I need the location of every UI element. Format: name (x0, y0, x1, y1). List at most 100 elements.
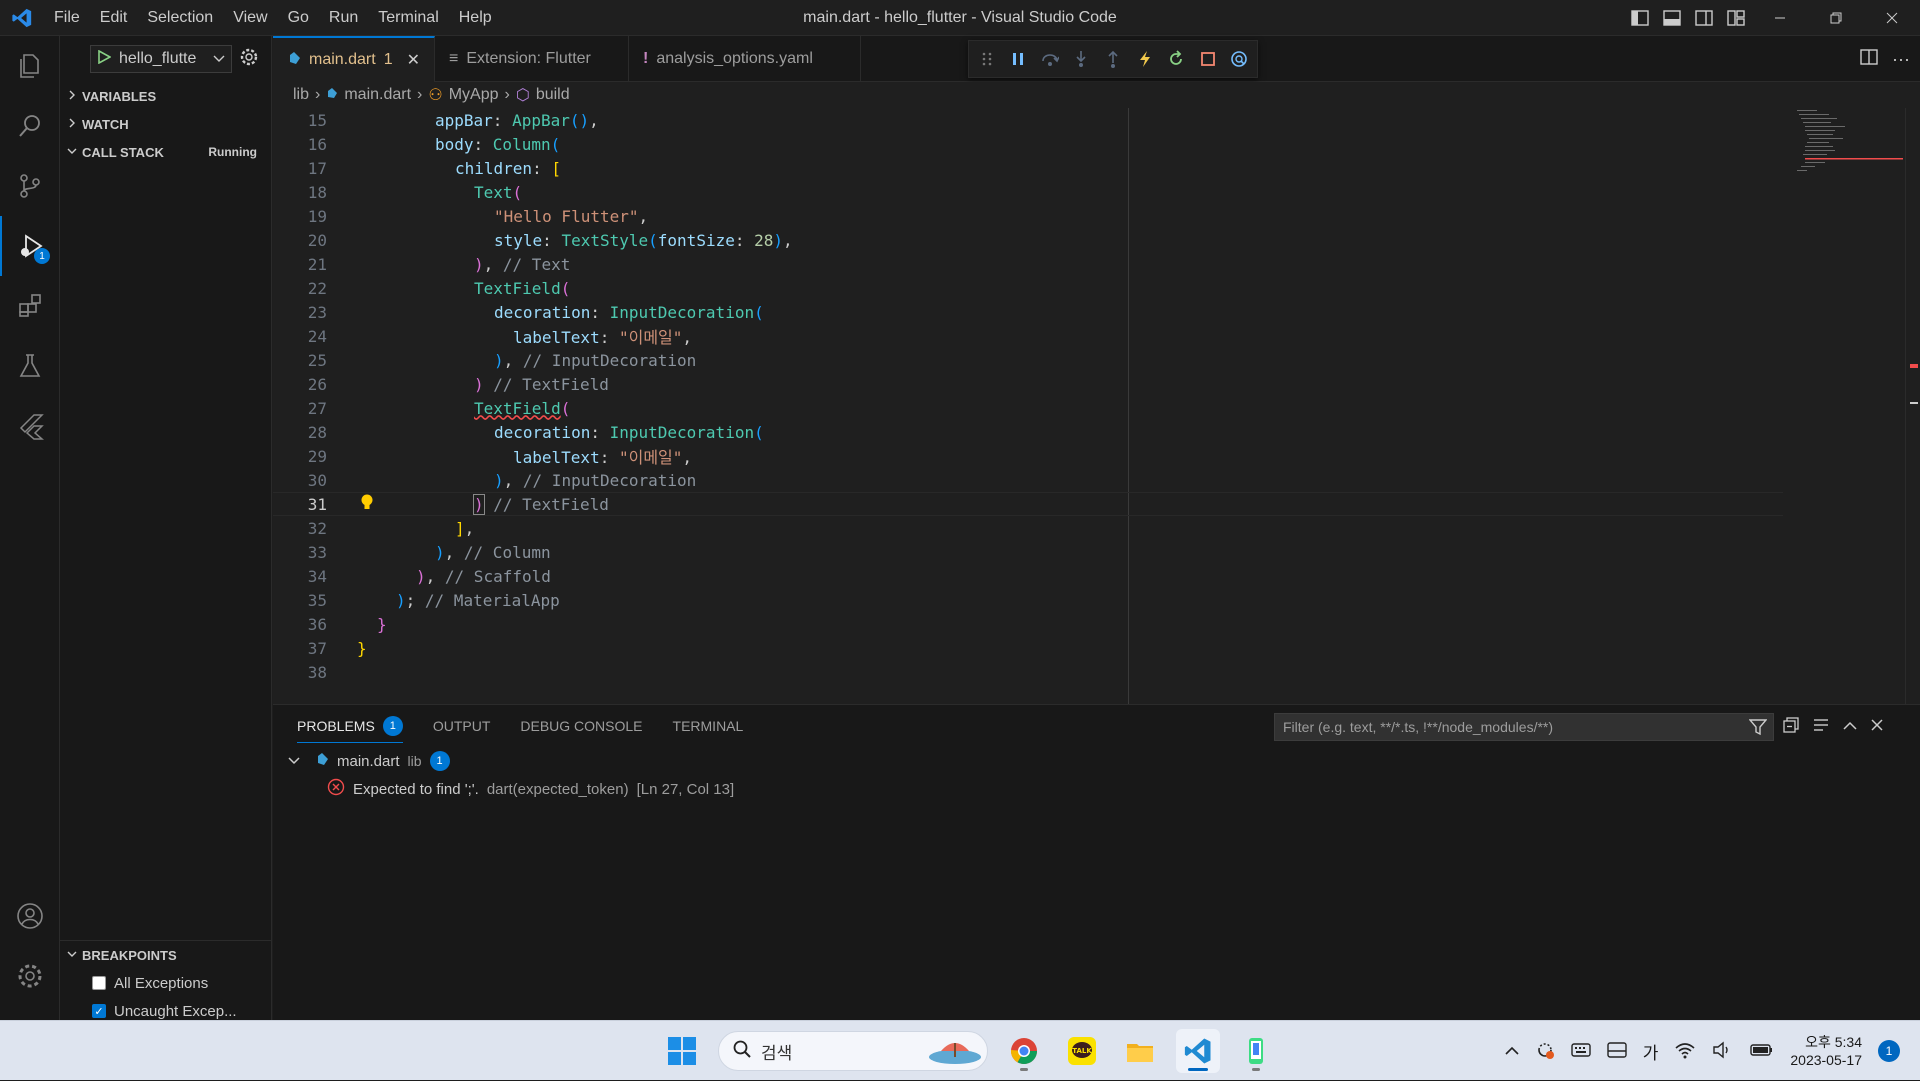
vscode-taskbar-icon[interactable] (1176, 1029, 1220, 1073)
battery-icon[interactable] (1750, 1043, 1774, 1060)
breadcrumb-class[interactable]: MyApp (449, 86, 499, 104)
variables-section[interactable]: VARIABLES (60, 82, 271, 110)
minimize-icon[interactable] (1752, 0, 1808, 36)
explorer-icon[interactable] (0, 36, 60, 96)
problems-filter-input[interactable]: Filter (e.g. text, **/*.ts, !**/node_mod… (1274, 713, 1774, 741)
breakpoint-all-exceptions[interactable]: All Exceptions (60, 969, 272, 997)
menu-terminal[interactable]: Terminal (368, 0, 448, 36)
code-line: 22 TextField( (273, 276, 1783, 300)
menu-view[interactable]: View (223, 0, 277, 36)
hot-reload-icon[interactable] (1133, 47, 1157, 71)
checkbox[interactable] (92, 976, 106, 990)
pause-icon[interactable] (1007, 47, 1031, 71)
drag-handle-icon[interactable] (975, 47, 999, 71)
source-control-icon[interactable] (0, 156, 60, 216)
minimap[interactable] (1793, 108, 1903, 704)
menu-selection[interactable]: Selection (137, 0, 223, 36)
lightbulb-icon[interactable] (360, 493, 374, 515)
chevron-up-icon[interactable] (1505, 1043, 1519, 1059)
yaml-file-icon: ! (643, 50, 649, 67)
customize-layout-icon[interactable] (1720, 0, 1752, 36)
keyboard-icon[interactable] (1571, 1042, 1591, 1060)
android-emulator-icon[interactable] (1234, 1029, 1278, 1073)
tab-label: PROBLEMS (297, 717, 375, 734)
line-number: 19 (307, 206, 327, 226)
taskbar-search[interactable]: 검색 (718, 1031, 988, 1071)
problem-file-row[interactable]: main.dart lib 1 (287, 747, 450, 775)
accounts-icon[interactable] (0, 886, 60, 946)
code-editor[interactable]: 15 appBar: AppBar(), 16 body: Column( 17 ch… (273, 108, 1920, 704)
problem-item[interactable]: Expected to find ';'. dart(expected_toke… (327, 775, 734, 803)
toggle-primary-sidebar-icon[interactable] (1624, 0, 1656, 36)
close-window-icon[interactable] (1864, 0, 1920, 36)
run-and-debug-icon[interactable]: 1 (0, 216, 60, 276)
step-into-icon[interactable] (1070, 47, 1094, 71)
split-editor-icon[interactable] (1860, 48, 1878, 70)
close-tab-icon[interactable]: ✕ (407, 50, 420, 70)
maximize-panel-icon[interactable] (1843, 718, 1857, 736)
code-text: ], (455, 518, 475, 538)
toggle-panel-icon[interactable] (1656, 0, 1688, 36)
touch-keyboard-icon[interactable] (1607, 1041, 1627, 1061)
windows-start-icon[interactable] (660, 1029, 704, 1073)
code-text: children: [ (455, 158, 561, 178)
breadcrumb-method[interactable]: build (536, 86, 570, 104)
menu-run[interactable]: Run (319, 0, 368, 36)
tab-analysis-options[interactable]: ! analysis_options.yaml (629, 36, 862, 82)
view-as-tree-icon[interactable] (1813, 718, 1829, 737)
stop-icon[interactable] (1196, 47, 1220, 71)
testing-icon[interactable] (0, 336, 60, 396)
search-icon[interactable] (0, 96, 60, 156)
launch-config-select[interactable]: hello_flutte (90, 45, 232, 73)
more-actions-icon[interactable]: ··· (1892, 49, 1910, 70)
close-panel-icon[interactable] (1871, 718, 1883, 736)
menu-help[interactable]: Help (449, 0, 502, 36)
watch-section[interactable]: WATCH (60, 110, 271, 138)
menu-edit[interactable]: Edit (90, 0, 138, 36)
wifi-icon[interactable] (1674, 1041, 1696, 1062)
launch-settings-gear-icon[interactable] (240, 48, 258, 71)
hot-restart-icon[interactable] (1164, 47, 1188, 71)
extensions-icon[interactable] (0, 276, 60, 336)
menu-go[interactable]: Go (278, 0, 319, 36)
checkbox-checked[interactable]: ✓ (92, 1004, 106, 1018)
line-number: 38 (307, 662, 327, 682)
ime-indicator[interactable]: 가 (1643, 1039, 1659, 1064)
line-number: 35 (307, 590, 327, 610)
restore-icon[interactable] (1808, 0, 1864, 36)
tab-extension-flutter[interactable]: ≡ Extension: Flutter (435, 36, 630, 82)
file-explorer-icon[interactable] (1118, 1029, 1162, 1073)
collapse-all-icon[interactable] (1783, 716, 1799, 738)
code-line: 15 appBar: AppBar(), (273, 108, 1783, 132)
breakpoints-section[interactable]: BREAKPOINTS (60, 941, 272, 969)
chrome-icon[interactable] (1002, 1029, 1046, 1073)
vertical-scrollbar[interactable] (1905, 108, 1919, 704)
tab-problems[interactable]: PROBLEMS 1 (297, 710, 403, 743)
flutter-icon[interactable] (0, 396, 60, 456)
code-line: 33), // Column (273, 540, 1783, 564)
step-out-icon[interactable] (1101, 47, 1125, 71)
menu-file[interactable]: File (44, 0, 90, 36)
breadcrumb-file[interactable]: main.dart (344, 86, 411, 104)
sync-icon[interactable] (1535, 1040, 1555, 1063)
dart-file-icon (326, 86, 338, 104)
start-debugging-icon[interactable] (97, 49, 112, 69)
tab-main-dart[interactable]: main.dart 1 ✕ (273, 36, 436, 82)
breadcrumb-lib[interactable]: lib (293, 86, 309, 104)
clock[interactable]: 오후 5:34 2023-05-17 (1790, 1033, 1862, 1069)
manage-gear-icon[interactable] (0, 946, 60, 1006)
kakaotalk-icon[interactable]: TALK (1060, 1029, 1104, 1073)
tab-debug-console[interactable]: DEBUG CONSOLE (520, 718, 642, 734)
call-stack-section[interactable]: CALL STACK Running (60, 138, 271, 166)
notification-badge[interactable]: 1 (1878, 1040, 1900, 1062)
toggle-secondary-sidebar-icon[interactable] (1688, 0, 1720, 36)
filter-icon[interactable] (1748, 718, 1768, 739)
volume-icon[interactable] (1712, 1041, 1734, 1062)
devtools-search-icon[interactable] (1228, 47, 1252, 71)
error-icon (327, 778, 345, 800)
tab-terminal[interactable]: TERMINAL (673, 718, 744, 734)
tab-output[interactable]: OUTPUT (433, 718, 491, 734)
class-icon: ⚇ (428, 87, 443, 104)
line-number: 20 (307, 230, 327, 250)
step-over-icon[interactable] (1038, 47, 1062, 71)
